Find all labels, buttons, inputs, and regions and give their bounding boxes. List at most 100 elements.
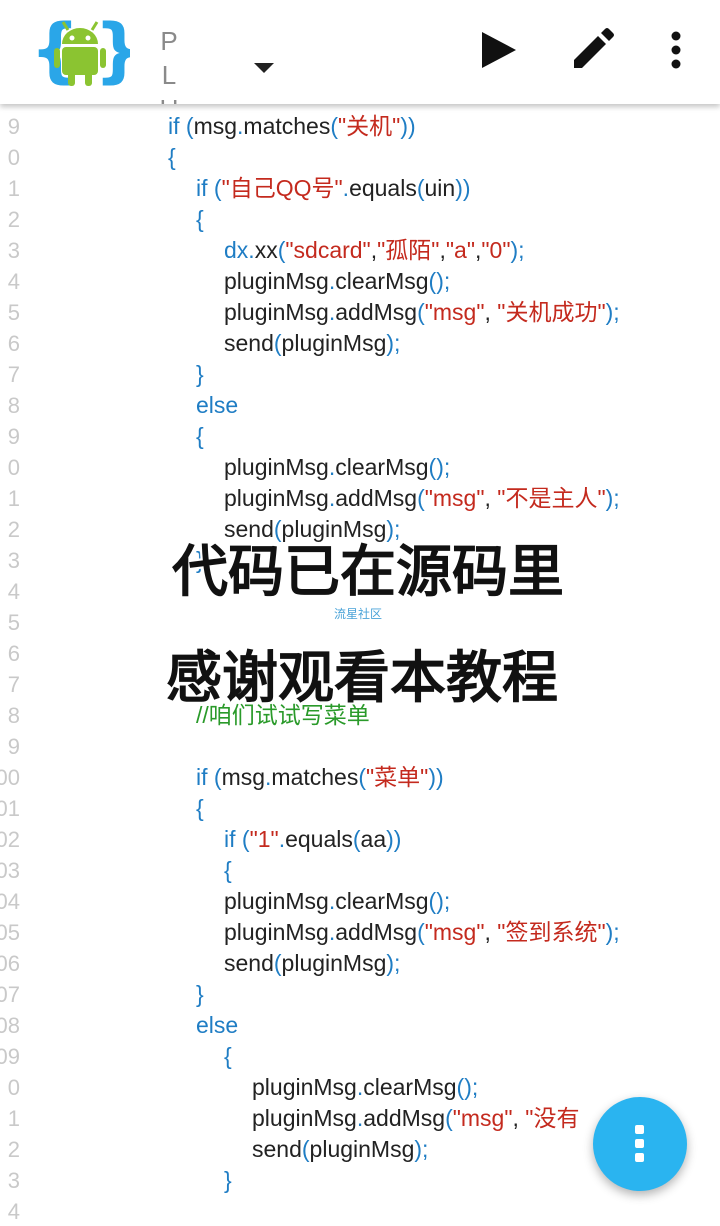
code-token: send [224,950,274,976]
code-token: clearMsg [335,888,429,914]
fab-more-button[interactable] [593,1097,687,1191]
line-number: 08 [0,1013,20,1038]
line-number: 6 [7,331,20,356]
line-number: 7 [7,362,20,387]
line-number: 3 [7,1168,20,1193]
code-token: "a" [445,237,475,263]
code-token: ( [445,1105,453,1131]
code-token: "关机" [338,113,401,139]
code-token: if [196,175,214,201]
code-token: ( [273,330,282,356]
code-token: clearMsg [335,454,429,480]
code-line: else [196,390,238,421]
code-token: , [484,299,498,325]
code-token: ); [386,950,401,976]
line-number: 00 [0,765,20,790]
code-token: pluginMsg [309,1136,415,1162]
code-line: { [196,421,204,452]
pencil-icon[interactable] [564,22,620,78]
code-line: pluginMsg.clearMsg(); [224,266,450,297]
line-number: 1 [7,1106,20,1131]
code-token: )) [386,826,402,852]
code-token: dx [224,237,249,263]
code-token: ( [213,175,222,201]
line-number: 9 [7,734,20,759]
code-token: ); [605,485,620,511]
code-token: ( [213,764,222,790]
code-line: pluginMsg.addMsg("msg", "没有 [252,1103,579,1134]
code-token: "0" [481,237,511,263]
line-number: 6 [7,641,20,666]
code-token: uin [424,175,456,201]
code-token: pluginMsg [281,950,387,976]
line-number: 9 [7,114,20,139]
line-number: 01 [0,796,20,821]
code-line: dx.xx("sdcard","孤陌","a","0"); [224,235,525,266]
code-token: , [512,1105,526,1131]
line-number: 06 [0,951,20,976]
more-vert-icon [635,1125,645,1167]
code-token: pluginMsg [252,1105,357,1131]
project-title[interactable]: P L U [158,24,180,104]
code-token: )) [400,113,416,139]
line-number: 03 [0,858,20,883]
code-line: { [196,793,204,824]
line-number: 5 [7,300,20,325]
code-line: if ("1".equals(aa)) [224,824,401,855]
code-token: { [168,144,176,170]
line-number: 8 [7,393,20,418]
overlay-caption: 代码已在源码里 [172,540,564,605]
code-token: matches [243,113,331,139]
code-token: "不是主人" [497,485,606,511]
android-logo-icon[interactable]: { } [30,9,144,94]
play-icon[interactable] [470,22,526,78]
line-number: 02 [0,827,20,852]
line-number: 2 [7,207,20,232]
code-token: else [196,392,239,418]
code-token: ( [416,175,425,201]
line-number: 09 [0,1044,20,1069]
code-token: ( [358,764,367,790]
line-number: 04 [0,889,20,914]
code-line: pluginMsg.addMsg("msg", "不是主人"); [224,483,620,514]
line-number: 0 [7,145,20,170]
code-line: pluginMsg.clearMsg(); [224,452,450,483]
code-token: } [196,981,204,1007]
line-number: 5 [7,610,20,635]
code-token: ( [417,299,425,325]
code-token: addMsg [335,299,418,325]
code-token: "msg" [424,919,485,945]
code-line: { [168,142,176,173]
code-token: ( [417,485,425,511]
svg-text:}: } [94,10,130,91]
code-token: else [196,1012,239,1038]
code-token: msg [193,113,238,139]
code-token: matches [271,764,359,790]
line-number: 05 [0,920,20,945]
code-token: (); [428,268,451,294]
line-number: 4 [7,1199,20,1224]
code-token: { [196,423,204,449]
code-token: pluginMsg [252,1074,357,1100]
code-token: )) [455,175,471,201]
line-number: 2 [7,517,20,542]
code-line: if ("自己QQ号".equals(uin)) [196,173,471,204]
code-token: ( [352,826,361,852]
code-token: ); [386,330,401,356]
code-token: "msg" [452,1105,513,1131]
code-token: pluginMsg [224,485,329,511]
caret-down-icon[interactable] [248,52,280,84]
code-token: ( [185,113,194,139]
code-token: aa [360,826,387,852]
code-token: pluginMsg [224,268,329,294]
code-token: "关机成功" [497,299,606,325]
code-line: pluginMsg.addMsg("msg", "签到系统"); [224,917,620,948]
line-number: 0 [7,1075,20,1100]
overlay-caption: 感谢观看本教程 [166,646,558,711]
code-token: ); [605,299,620,325]
code-token: ( [241,826,250,852]
code-token: { [224,857,232,883]
more-vert-icon[interactable] [648,22,704,78]
code-token: ( [273,950,282,976]
code-line: pluginMsg.clearMsg(); [252,1072,478,1103]
